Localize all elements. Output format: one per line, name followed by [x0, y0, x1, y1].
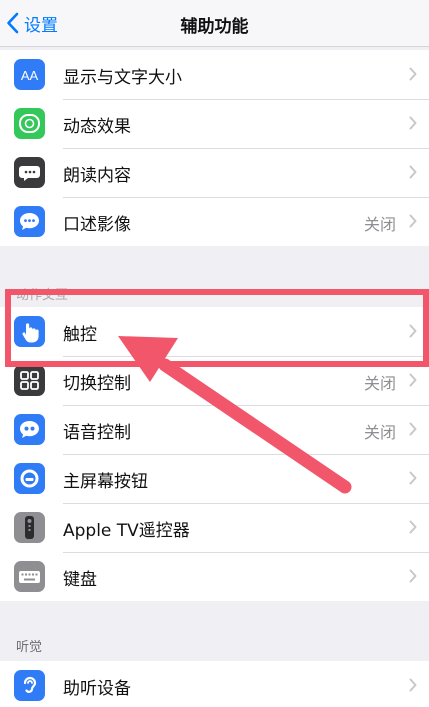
row-label: 朗读内容	[63, 166, 131, 186]
row-label: 主屏幕按钮	[63, 472, 148, 492]
row-home-button[interactable]: 主屏幕按钮	[0, 454, 429, 503]
row-value: 关闭	[363, 374, 396, 393]
row-apple-tv-remote[interactable]: Apple TV遥控器	[0, 503, 429, 552]
svg-text:AA: AA	[21, 68, 39, 83]
chevron-right-icon	[409, 678, 417, 692]
row-value: 关闭	[363, 215, 396, 234]
row-audio-descriptions[interactable]: 口述影像 关闭	[0, 197, 429, 246]
row-label: 显示与文字大小	[63, 68, 182, 88]
section-header-hearing: 听觉	[16, 640, 43, 655]
row-keyboard[interactable]: 键盘	[0, 552, 429, 601]
audio-description-icon	[14, 206, 45, 237]
chevron-right-icon	[409, 116, 417, 130]
row-label: 口述影像	[63, 215, 131, 235]
chevron-right-icon	[409, 214, 417, 228]
row-label: 动态效果	[63, 117, 131, 137]
chevron-right-icon	[409, 165, 417, 179]
row-motion[interactable]: 动态效果	[0, 99, 429, 148]
vision-group: AA 显示与文字大小 动态效果 朗读内容 口述影像 关闭	[0, 50, 429, 246]
row-voice-control[interactable]: 语音控制 关闭	[0, 405, 429, 454]
row-hearing-devices[interactable]: 助听设备	[0, 661, 429, 707]
row-label: 切换控制	[63, 374, 131, 394]
row-label: 触控	[63, 325, 97, 345]
section-header-interaction: 动作交互	[16, 288, 69, 303]
row-label: 语音控制	[63, 423, 131, 443]
hearing-device-icon	[14, 670, 45, 701]
row-touch[interactable]: 触控	[0, 307, 429, 356]
chevron-right-icon	[409, 373, 417, 387]
chevron-right-icon	[409, 569, 417, 583]
touch-hand-icon	[14, 316, 45, 347]
voice-control-icon	[14, 414, 45, 445]
chevron-right-icon	[409, 422, 417, 436]
navigation-bar: 设置 辅助功能	[0, 0, 429, 47]
row-switch-control[interactable]: 切换控制 关闭	[0, 356, 429, 405]
chevron-right-icon	[409, 67, 417, 81]
hearing-group: 助听设备	[0, 661, 429, 707]
interaction-group: 触控 切换控制 关闭 语音控制 关闭 主屏幕按钮 Apple TV遥控器 键盘	[0, 307, 429, 601]
motion-icon	[14, 108, 45, 139]
row-label: 键盘	[63, 570, 97, 590]
text-size-icon: AA	[14, 59, 45, 90]
switch-control-icon	[14, 365, 45, 396]
row-spoken-content[interactable]: 朗读内容	[0, 148, 429, 197]
speech-icon	[14, 157, 45, 188]
row-label: 助听设备	[63, 679, 131, 699]
row-display-text-size[interactable]: AA 显示与文字大小	[0, 50, 429, 99]
page-title: 辅助功能	[180, 17, 249, 37]
chevron-right-icon	[409, 520, 417, 534]
tv-remote-icon	[14, 512, 45, 543]
chevron-right-icon	[409, 324, 417, 338]
row-value: 关闭	[363, 423, 396, 442]
home-button-icon	[14, 463, 45, 494]
row-label: Apple TV遥控器	[63, 521, 190, 541]
keyboard-icon	[14, 561, 45, 592]
chevron-right-icon	[409, 471, 417, 485]
